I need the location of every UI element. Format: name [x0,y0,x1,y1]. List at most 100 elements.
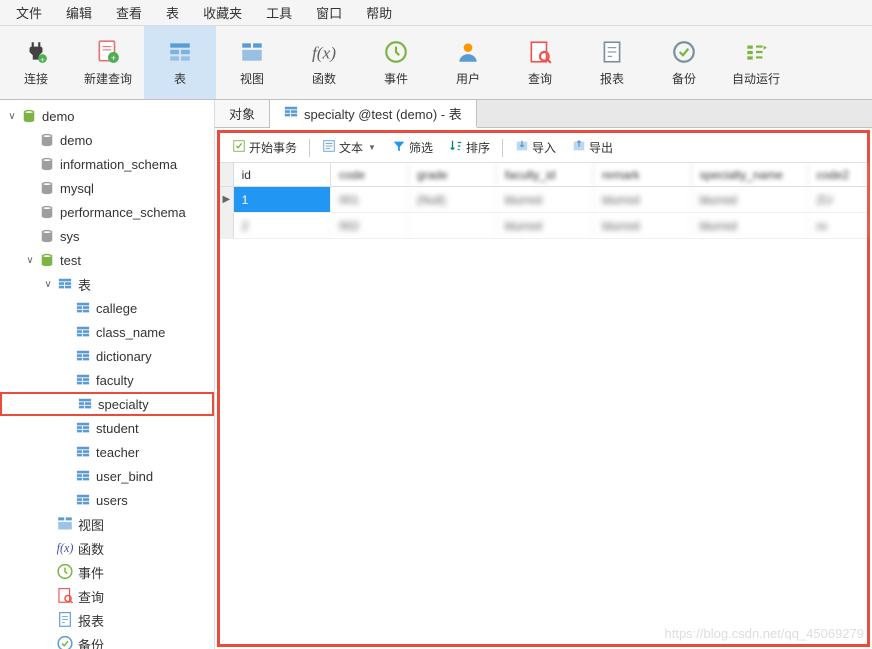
col-header-id[interactable]: id [234,163,331,186]
menu-编辑[interactable]: 编辑 [54,0,104,25]
cell[interactable]: ro [808,213,867,238]
cell[interactable]: ZU [808,187,867,212]
menu-工具[interactable]: 工具 [254,0,304,25]
cell[interactable]: (Null) [409,187,497,212]
col-header-faculty_id[interactable]: faculty_id [497,163,594,186]
datatool-开始事务[interactable]: 开始事务 [226,137,303,158]
tree-folder-备份[interactable]: 备份 [0,632,214,649]
database-icon [38,251,56,269]
cell[interactable]: 001 [331,187,409,212]
tree-table-student[interactable]: student [0,416,214,440]
tree-tables-folder[interactable]: ∨表 [0,272,214,296]
toolbar-视图[interactable]: 视图 [216,26,288,99]
tree-db-performance_schema[interactable]: performance_schema [0,200,214,224]
menu-窗口[interactable]: 窗口 [304,0,354,25]
toolbar-用户[interactable]: 用户 [432,26,504,99]
cell[interactable]: blurred [497,213,594,238]
cell[interactable]: blurred [497,187,594,212]
tree-db-sys[interactable]: sys [0,224,214,248]
cell[interactable]: blurred [692,213,809,238]
row-marker: ▶ [220,187,234,212]
toolbar-表[interactable]: 表 [144,26,216,99]
cell[interactable]: 002 [331,213,409,238]
backup-icon [670,38,698,66]
table-icon [74,467,92,485]
datatool-筛选[interactable]: 筛选 [386,137,439,158]
tree-db-test[interactable]: ∨test [0,248,214,272]
toolbar-查询[interactable]: 查询 [504,26,576,99]
tree-table-faculty[interactable]: faculty [0,368,214,392]
toolbar-连接[interactable]: +连接 [0,26,72,99]
toolbar-自动运行[interactable]: 自动运行 [720,26,792,99]
toolbar-报表[interactable]: 报表 [576,26,648,99]
connection-icon [20,107,38,125]
table-row[interactable]: ▶1001(Null)blurredblurredblurredZU [220,187,867,213]
backup-icon [56,635,74,649]
datatool-导出[interactable]: 导出 [566,137,619,158]
cell[interactable]: blurred [594,213,691,238]
col-header-remark[interactable]: remark [594,163,691,186]
view-icon [56,515,74,533]
menu-查看[interactable]: 查看 [104,0,154,25]
database-icon [38,227,56,245]
tree-table-class_name[interactable]: class_name [0,320,214,344]
row-marker [220,213,234,238]
expand-toggle-icon[interactable]: ∨ [40,279,56,290]
menu-帮助[interactable]: 帮助 [354,0,404,25]
content-tabs: 对象specialty @test (demo) - 表 [215,100,872,128]
tree-connection-demo[interactable]: ∨demo [0,104,214,128]
cell[interactable]: 1 [234,187,331,212]
cell[interactable] [409,213,497,238]
tree-table-user_bind[interactable]: user_bind [0,464,214,488]
tree-table-users[interactable]: users [0,488,214,512]
tree-folder-视图[interactable]: 视图 [0,512,214,536]
svg-text:f(x): f(x) [312,44,336,63]
main-area: ∨demodemoinformation_schemamysqlperforma… [0,100,872,649]
menu-表[interactable]: 表 [154,0,191,25]
tab-specialt[interactable]: specialty @test (demo) - 表 [270,100,477,128]
col-header-code2[interactable]: code2 [808,163,867,186]
tree-folder-查询[interactable]: 查询 [0,584,214,608]
tree-folder-函数[interactable]: f(x)函数 [0,536,214,560]
tree-db-demo[interactable]: demo [0,128,214,152]
query-icon [56,587,74,605]
cell[interactable]: 2 [234,213,331,238]
tree-table-teacher[interactable]: teacher [0,440,214,464]
table-icon [74,347,92,365]
tree-table-specialty[interactable]: specialty [0,392,214,416]
data-grid: idcodegradefaculty_idremarkspecialty_nam… [220,163,867,239]
table-icon [74,323,92,341]
tree-db-information_schema[interactable]: information_schema [0,152,214,176]
table-icon [166,38,194,66]
cell[interactable]: blurred [594,187,691,212]
datatool-导入[interactable]: 导入 [509,137,562,158]
tab-对象[interactable]: 对象 [215,100,270,127]
tree-folder-事件[interactable]: 事件 [0,560,214,584]
toolbar-事件[interactable]: 事件 [360,26,432,99]
cell[interactable]: blurred [692,187,809,212]
toolbar-新建查询[interactable]: +新建查询 [72,26,144,99]
tree-table-callege[interactable]: callege [0,296,214,320]
clock-icon [56,563,74,581]
col-header-grade[interactable]: grade [409,163,497,186]
expand-toggle-icon[interactable]: ∨ [22,255,38,266]
menubar: 文件编辑查看表收藏夹工具窗口帮助 [0,0,872,26]
tree-db-mysql[interactable]: mysql [0,176,214,200]
datatool-文本[interactable]: 文本▼ [316,137,382,158]
datatool-排序[interactable]: 排序 [443,137,496,158]
menu-收藏夹[interactable]: 收藏夹 [191,0,254,25]
toolbar-函数[interactable]: f(x)函数 [288,26,360,99]
report-icon [56,611,74,629]
tree-table-dictionary[interactable]: dictionary [0,344,214,368]
toolbar-备份[interactable]: 备份 [648,26,720,99]
col-header-code[interactable]: code [331,163,409,186]
auto-icon [742,38,770,66]
col-header-specialty_name[interactable]: specialty_name [692,163,809,186]
expand-toggle-icon[interactable]: ∨ [4,111,20,122]
tree-folder-报表[interactable]: 报表 [0,608,214,632]
view-icon [238,38,266,66]
table-row[interactable]: 2002blurredblurredblurredro [220,213,867,239]
menu-文件[interactable]: 文件 [4,0,54,25]
data-toolbar: 开始事务文本▼筛选排序导入导出 [220,133,867,163]
table-icon [76,395,94,413]
